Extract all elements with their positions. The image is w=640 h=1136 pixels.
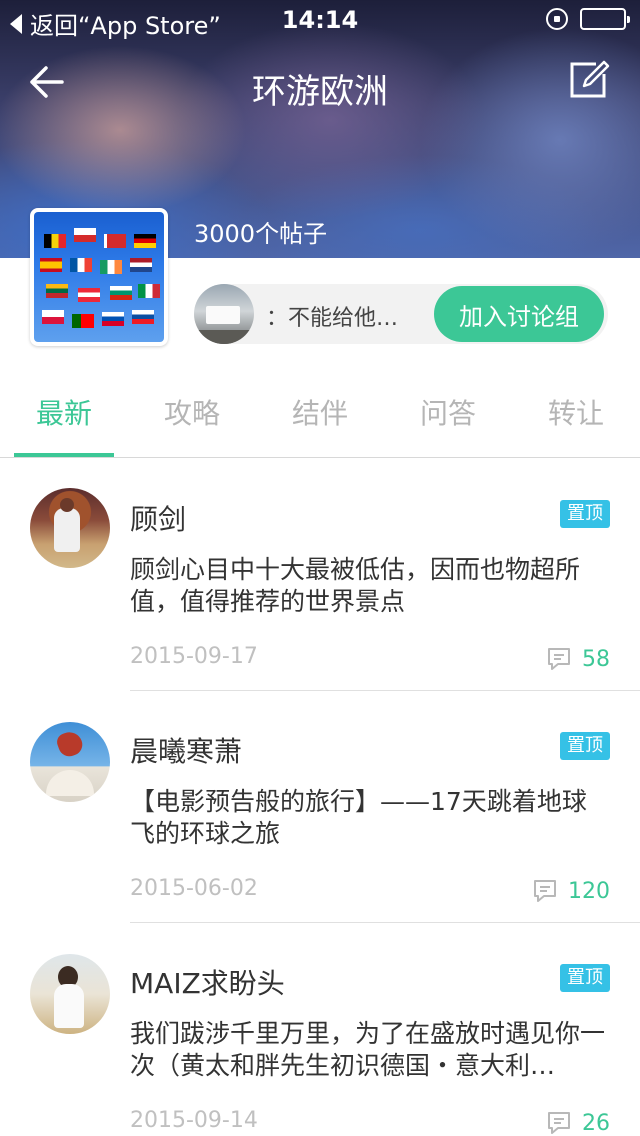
member-avatar[interactable] [194,284,254,344]
divider [130,922,640,923]
post-date: 2015-09-14 [130,1108,258,1133]
post-author[interactable]: 晨曦寒萧 [130,730,242,770]
post-title[interactable]: 【电影预告般的旅行】——17天跳着地球飞的环球之旅 [130,786,610,850]
divider [130,690,640,691]
page-title: 环游欧洲 [252,72,388,112]
tab-guides[interactable]: 攻略 [128,378,256,457]
avatar[interactable] [30,954,110,1034]
join-group-button[interactable]: 加入讨论组 [434,286,604,342]
status-bar: 返回“App Store” 14:14 [0,0,640,40]
post-date: 2015-09-17 [130,644,258,669]
tab-transfer[interactable]: 转让 [512,378,640,457]
status-time: 14:14 [281,6,359,34]
pinned-badge: 置顶 [560,964,610,992]
post-title[interactable]: 我们跋涉千里万里，为了在盛放时遇见你一次（黄太和胖先生初识德国・意大利… [130,1018,610,1082]
comment-count-value: 58 [582,646,610,672]
battery-icon [580,8,630,30]
post-title[interactable]: 顾剑心目中十大最被低估，因而也物超所值，值得推荐的世界景点 [130,554,610,618]
list-item[interactable]: 晨曦寒萧 置顶 【电影预告般的旅行】——17天跳着地球飞的环球之旅 2015-0… [0,722,640,926]
avatar[interactable] [30,488,110,568]
tab-qa[interactable]: 问答 [384,378,512,457]
member-preview-text: ：不能给他… [266,306,399,331]
list-item[interactable]: 顾剑 置顶 顾剑心目中十大最被低估，因而也物超所值，值得推荐的世界景点 2015… [0,488,640,692]
comment-count-value: 26 [582,1110,610,1136]
list-item[interactable]: MAIZ求盼头 置顶 我们跋涉千里万里，为了在盛放时遇见你一次（黄太和胖先生初识… [0,954,640,1136]
compose-icon[interactable] [566,58,610,102]
comment-count[interactable]: 26 [546,1110,610,1136]
post-date: 2015-06-02 [130,876,258,901]
pinned-badge: 置顶 [560,500,610,528]
comment-count[interactable]: 58 [546,646,610,672]
comment-icon [548,648,570,670]
comment-count[interactable]: 120 [532,878,610,904]
post-author[interactable]: 顾剑 [130,498,186,538]
tab-bar: 最新 攻略 结伴 问答 转让 [0,378,640,458]
avatar[interactable] [30,722,110,802]
post-count: 3000个帖子 [194,220,328,248]
group-image [30,208,168,346]
group-member-bar: ：不能给他… 加入讨论组 [194,284,608,344]
tab-latest[interactable]: 最新 [0,378,128,457]
comment-count-value: 120 [568,878,610,904]
comment-icon [548,1112,570,1134]
pinned-badge: 置顶 [560,732,610,760]
rotation-lock-icon [546,8,568,30]
status-indicators [546,8,630,30]
tab-companions[interactable]: 结伴 [256,378,384,457]
comment-icon [534,880,556,902]
post-author[interactable]: MAIZ求盼头 [130,962,285,1002]
